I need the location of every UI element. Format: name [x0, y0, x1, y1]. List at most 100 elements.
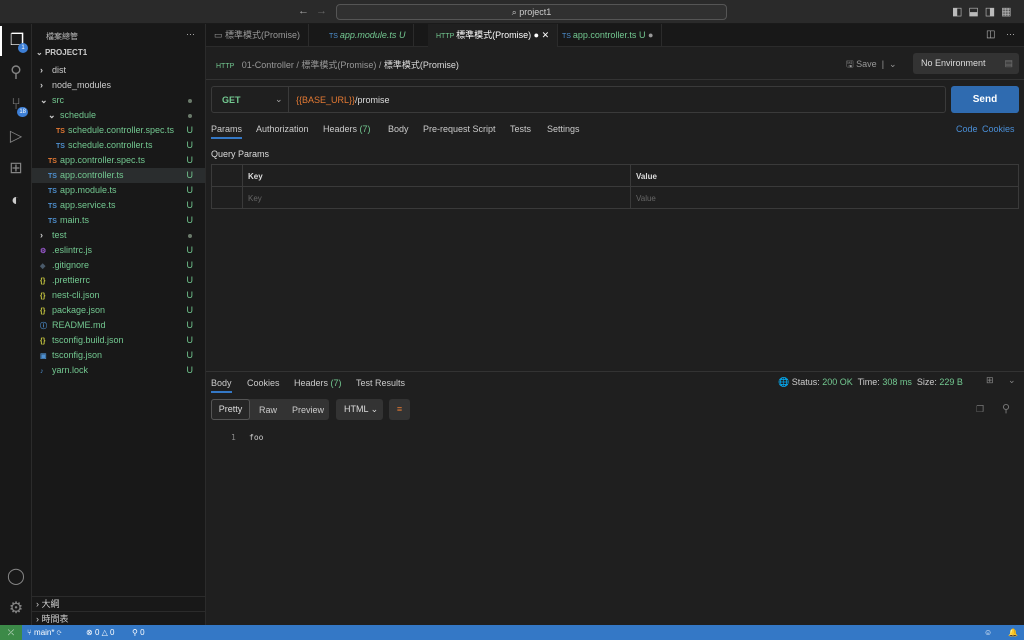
tree-item[interactable]: ⓘ README.md U	[32, 318, 205, 333]
split-editor-icon[interactable]: ◫	[986, 29, 995, 40]
tree-item[interactable]: TS schedule.controller.spec.ts U	[32, 123, 205, 138]
more-icon[interactable]: ···	[1006, 29, 1015, 39]
response-body-text[interactable]: foo	[249, 433, 263, 442]
timeline-section[interactable]: › 時間表	[32, 611, 205, 625]
problems-indicator[interactable]: ⊗ 0 △ 0	[86, 625, 114, 640]
method-select[interactable]: GET	[222, 95, 241, 105]
tree-item[interactable]: {} tsconfig.build.json U	[32, 333, 205, 348]
account-icon[interactable]: ◯	[0, 562, 32, 592]
notifications-bell-icon[interactable]: 🔔	[1008, 625, 1018, 640]
url-input[interactable]: {{BASE_URL}}/promise	[296, 95, 390, 105]
format-select[interactable]: HTML ⌄	[336, 399, 383, 420]
ts-file-icon: TS	[48, 173, 57, 180]
tree-item[interactable]: › dist	[32, 63, 205, 78]
raw-button[interactable]: Raw	[259, 405, 277, 415]
value-input[interactable]: Value	[636, 194, 656, 203]
forward-button[interactable]: →	[316, 5, 327, 17]
branch-indicator[interactable]: ⑂ main* ⟳	[27, 625, 62, 640]
tree-item[interactable]: {} .prettierrc U	[32, 273, 205, 288]
tab-response-cookies[interactable]: Cookies	[247, 378, 280, 388]
tree-item[interactable]: ▣ tsconfig.json U	[32, 348, 205, 363]
tab-response-headers[interactable]: Headers (7)	[294, 378, 342, 388]
tab-headers[interactable]: Headers (7)	[323, 124, 371, 134]
tree-item-label: src	[52, 95, 64, 105]
view-mode-group: Pretty Raw Preview	[211, 399, 329, 420]
copy-icon[interactable]: ❐	[976, 404, 984, 415]
key-input[interactable]: Key	[248, 194, 262, 203]
source-control-icon[interactable]: ⑂ 18	[0, 90, 32, 120]
tree-item[interactable]: TS app.controller.spec.ts U	[32, 153, 205, 168]
outline-section[interactable]: › 大綱	[32, 596, 205, 611]
chevron-down-icon[interactable]: ⌄	[275, 94, 283, 105]
tab-promise-1[interactable]: ▭ 標準模式(Promise)	[206, 24, 310, 47]
tree-item[interactable]: ♪ yarn.lock U	[32, 363, 205, 378]
layout-toggle-icons[interactable]: ◧⬓◨▦	[952, 5, 1018, 18]
tree-item-label: .eslintrc.js	[52, 245, 93, 255]
activity-bar: ❐ 1 ⚲ ⑂ 18 ▷ ⊞ ◐ ◯ ⚙	[0, 24, 32, 625]
tab-app-module[interactable]: TS app.module.ts U	[321, 24, 415, 47]
tree-item[interactable]: TS main.ts U	[32, 213, 205, 228]
send-button[interactable]: Send	[951, 86, 1019, 113]
code-link[interactable]: Code	[956, 124, 978, 134]
tab-body[interactable]: Body	[388, 124, 409, 134]
tab-authorization[interactable]: Authorization	[256, 124, 309, 134]
save-button[interactable]: 🖫 Save | ⌄	[846, 57, 897, 73]
back-button[interactable]: ←	[298, 5, 309, 17]
search-icon[interactable]: ⚲	[1002, 402, 1010, 415]
untracked-badge: U	[186, 215, 194, 225]
tree-item[interactable]: ◆ .gitignore U	[32, 258, 205, 273]
tree-item[interactable]: TS app.controller.ts U	[32, 168, 205, 183]
tab-pre-request-script[interactable]: Pre-request Script	[423, 124, 496, 134]
pretty-button[interactable]: Pretty	[211, 399, 250, 420]
ts-file-icon: TS	[562, 33, 573, 40]
branch-icon: ⑂	[27, 628, 35, 637]
http-icon: HTTP	[436, 33, 457, 40]
untracked-badge: U	[186, 275, 194, 285]
tsconfig-file-icon: ▣	[40, 353, 47, 360]
chevron-down-icon[interactable]: ⌄	[1008, 375, 1016, 386]
tree-item[interactable]: {} nest-cli.json U	[32, 288, 205, 303]
tab-app-controller[interactable]: TS app.controller.ts U ●	[554, 24, 663, 47]
tree-item[interactable]: ⌄ src	[32, 93, 205, 108]
tab-promise-active[interactable]: HTTP 標準模式(Promise) ● ✕	[428, 24, 559, 47]
tree-item[interactable]: › node_modules	[32, 78, 205, 93]
accounts-icon[interactable]: ☺	[984, 625, 992, 640]
tree-item-label: app.module.ts	[60, 185, 117, 195]
thunder-client-icon[interactable]: ◐	[0, 186, 32, 216]
tab-tests[interactable]: Tests	[510, 124, 531, 134]
command-center-search[interactable]: ⌕ project1	[336, 4, 727, 20]
tree-item[interactable]: TS app.service.ts U	[32, 198, 205, 213]
environment-settings-icon[interactable]: ▤	[1004, 53, 1013, 74]
tree-item[interactable]: TS app.module.ts U	[32, 183, 205, 198]
close-tab-icon[interactable]: ✕	[542, 30, 550, 40]
run-debug-icon[interactable]: ▷	[0, 122, 32, 152]
tree-item[interactable]: ⚙ .eslintrc.js U	[32, 243, 205, 258]
layout-icon[interactable]: ⊞	[986, 375, 994, 386]
tree-item[interactable]: › test	[32, 228, 205, 243]
more-actions-button[interactable]: ···	[186, 29, 195, 39]
preview-button[interactable]: Preview	[292, 405, 324, 415]
extensions-icon[interactable]: ⊞	[0, 154, 32, 184]
tree-item[interactable]: ⌄ schedule	[32, 108, 205, 123]
search-icon[interactable]: ⚲	[0, 58, 32, 88]
tree-item[interactable]: TS schedule.controller.ts U	[32, 138, 205, 153]
tab-params[interactable]: Params	[211, 124, 243, 139]
project-header[interactable]: ⌄ PROJECT1	[36, 48, 87, 57]
tab-response-body[interactable]: Body	[211, 378, 232, 393]
panel-divider[interactable]	[206, 371, 1024, 372]
settings-gear-icon[interactable]: ⚙	[0, 594, 32, 624]
tree-item-label: main.ts	[60, 215, 90, 225]
tab-settings[interactable]: Settings	[547, 124, 580, 134]
cookies-link[interactable]: Cookies	[982, 124, 1015, 134]
word-wrap-icon[interactable]: ≡	[389, 399, 410, 420]
remote-icon[interactable]: ⤫	[0, 625, 22, 640]
tab-test-results[interactable]: Test Results	[356, 378, 405, 388]
divider	[212, 186, 1018, 187]
explorer-icon[interactable]: ❐ 1	[0, 26, 32, 56]
tss-file-icon: TS	[48, 158, 57, 165]
ports-indicator[interactable]: ⚲ 0	[132, 625, 145, 640]
editor-area: ▭ 標準模式(Promise) TS app.module.ts U HTTP …	[206, 24, 1024, 625]
tree-item[interactable]: {} package.json U	[32, 303, 205, 318]
tree-item-label: .prettierrc	[52, 275, 91, 285]
environment-select[interactable]: No Environment ▤	[913, 53, 1019, 74]
